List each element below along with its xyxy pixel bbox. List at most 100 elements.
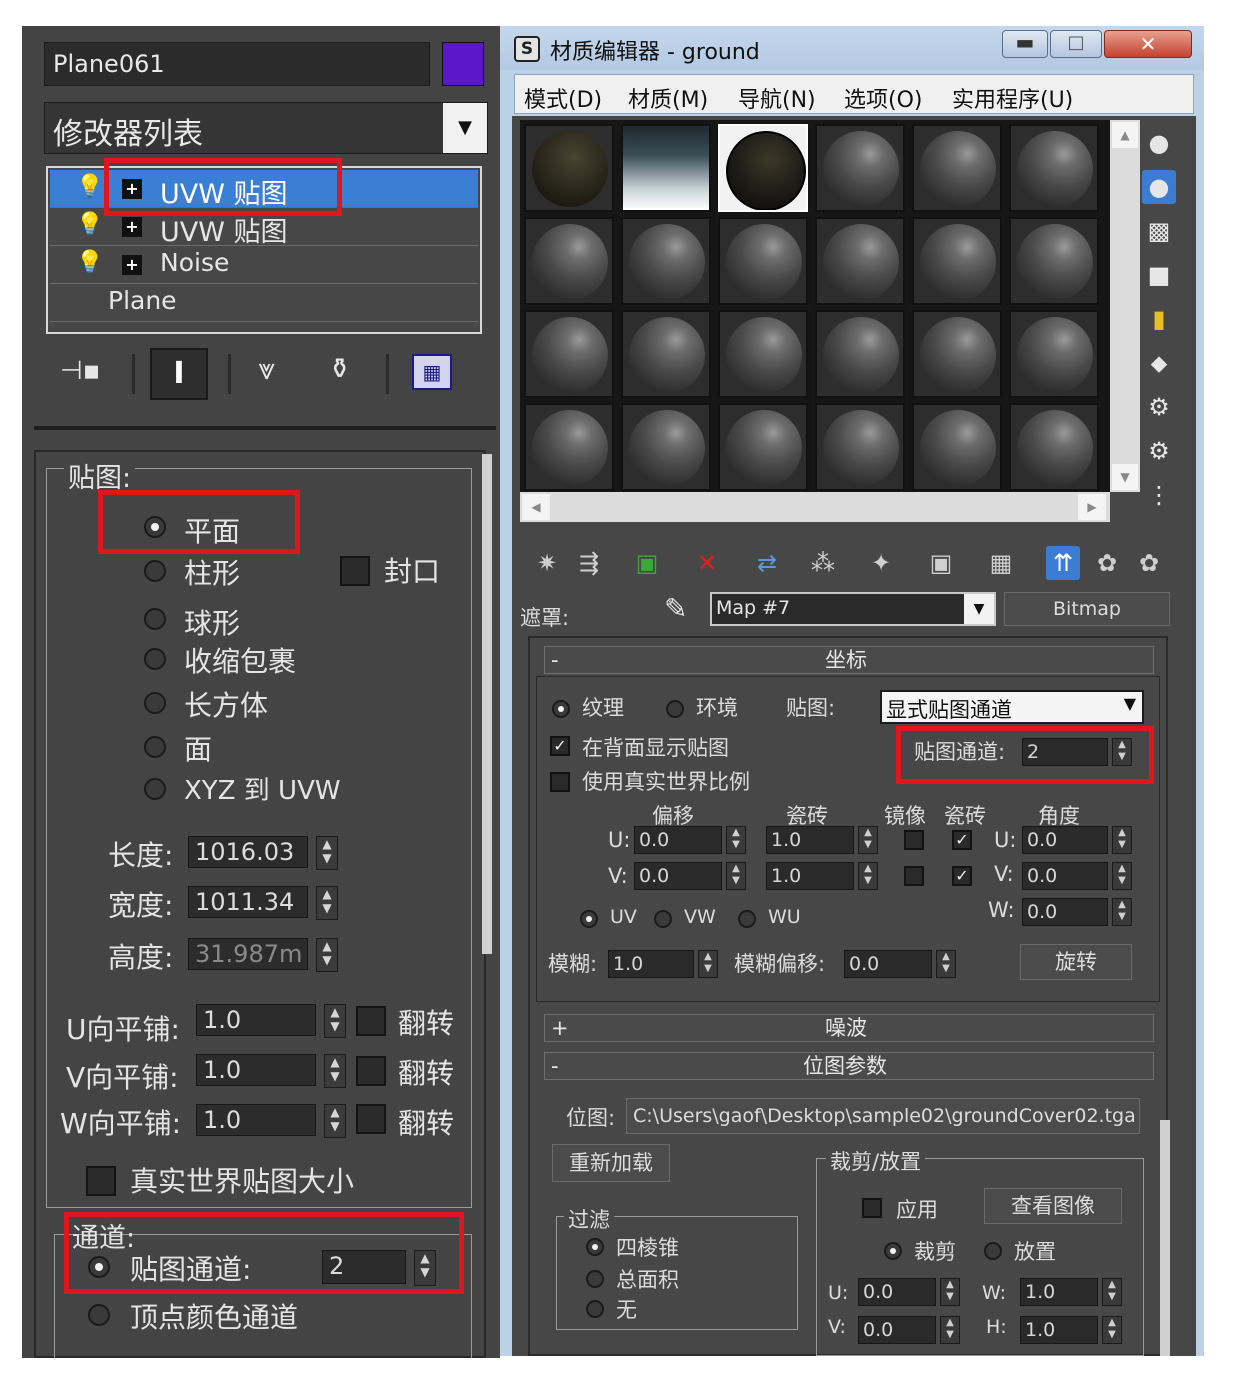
crop-h-field[interactable]: 1.0 <box>1020 1316 1098 1344</box>
material-sample-slot[interactable] <box>718 217 808 305</box>
real-world-map-size-checkbox[interactable] <box>86 1166 116 1196</box>
material-sample-slot[interactable] <box>815 403 905 491</box>
v-angle-field[interactable]: 0.0 <box>1022 862 1108 890</box>
dropdown-arrow-icon[interactable]: ▼ <box>1124 694 1136 713</box>
u-offset-field[interactable]: 0.0 <box>634 826 722 854</box>
go-to-parent-icon[interactable]: ✿ <box>1090 546 1124 580</box>
v-tiling-field[interactable]: 1.0 <box>766 862 854 890</box>
material-sample-slot[interactable] <box>912 124 1002 212</box>
blur-field[interactable]: 1.0 <box>608 950 694 978</box>
object-name-field[interactable]: Plane061 <box>44 42 430 86</box>
radio-wu[interactable] <box>738 910 756 928</box>
material-sample-slot[interactable] <box>621 310 711 398</box>
backlight-icon[interactable]: ● <box>1142 170 1176 204</box>
radio-summed-area[interactable] <box>586 1270 604 1288</box>
w-angle-field[interactable]: 0.0 <box>1022 898 1108 926</box>
u-mirror-checkbox[interactable] <box>904 830 924 850</box>
dropdown-arrow-icon[interactable]: ▼ <box>964 594 994 624</box>
minimize-button[interactable]: ▬ <box>1002 30 1048 58</box>
real-world-scale-checkbox[interactable] <box>550 772 570 792</box>
map-name-dropdown[interactable]: Map #7 ▼ <box>710 592 996 626</box>
material-sample-slot[interactable] <box>1009 217 1099 305</box>
scroll-left-arrow-icon[interactable]: ◀ <box>522 494 550 520</box>
material-sample-slot[interactable] <box>815 310 905 398</box>
v-flip-checkbox[interactable] <box>356 1056 386 1086</box>
radio-none[interactable] <box>586 1300 604 1318</box>
radio-xyz-to-uvw[interactable] <box>144 778 166 800</box>
scroll-down-arrow-icon[interactable]: ▼ <box>1112 464 1138 490</box>
material-sample-slot[interactable] <box>718 124 808 212</box>
material-sample-slot[interactable] <box>815 217 905 305</box>
blur-offset-field[interactable]: 0.0 <box>844 950 932 978</box>
menu-utilities[interactable]: 实用程序(U) <box>952 82 1073 114</box>
u-tile-checkbox[interactable]: ✓ <box>952 830 972 850</box>
assign-to-selection-icon[interactable]: ▣ <box>630 546 664 580</box>
scroll-up-arrow-icon[interactable]: ▲ <box>1112 122 1138 148</box>
radio-planar[interactable] <box>144 516 166 538</box>
crop-u-spinner[interactable]: ▲ ▼ <box>940 1278 960 1306</box>
crop-v-spinner[interactable]: ▲ ▼ <box>940 1316 960 1344</box>
material-sample-slot[interactable] <box>1009 403 1099 491</box>
rollout-scrollbar[interactable] <box>482 454 492 954</box>
u-tiling-field[interactable]: 1.0 <box>766 826 854 854</box>
radio-place[interactable] <box>984 1242 1002 1260</box>
sample-uv-tiling-icon[interactable]: ■ <box>1142 258 1176 292</box>
pin-stack-icon[interactable]: ⊣▪ <box>60 356 100 386</box>
map-type-button[interactable]: Bitmap <box>1004 592 1170 626</box>
u-tiling-spinner[interactable]: ▲ ▼ <box>858 826 878 854</box>
dropdown-arrow-icon[interactable]: ▼ <box>443 103 487 153</box>
lightbulb-icon[interactable]: 💡 <box>76 250 103 276</box>
coord-map-channel-field[interactable]: 2 <box>1022 738 1108 766</box>
material-id-channel-icon[interactable]: ▣ <box>924 546 958 580</box>
object-color-swatch[interactable] <box>442 42 484 86</box>
lightbulb-icon[interactable]: 💡 <box>76 174 103 200</box>
material-sample-slot[interactable] <box>524 124 614 212</box>
v-tile-field[interactable]: 1.0 <box>196 1054 316 1086</box>
width-spinner[interactable]: ▲ ▼ <box>316 886 338 920</box>
stack-item-plane[interactable]: Plane <box>50 284 478 322</box>
length-spinner[interactable]: ▲ ▼ <box>316 836 338 870</box>
u-offset-spinner[interactable]: ▲ ▼ <box>726 826 746 854</box>
material-sample-slot[interactable] <box>1009 310 1099 398</box>
modifier-list-dropdown[interactable]: 修改器列表 ▼ <box>44 102 488 154</box>
menu-options[interactable]: 选项(O) <box>844 82 922 114</box>
eyedropper-icon[interactable]: ✎ <box>664 592 687 625</box>
bitmap-path-button[interactable]: C:\Users\gaof\Desktop\sample02\groundCov… <box>626 1098 1140 1134</box>
material-sample-slot[interactable] <box>524 403 614 491</box>
material-sample-slot[interactable] <box>912 310 1002 398</box>
material-sample-slot[interactable] <box>524 217 614 305</box>
w-angle-spinner[interactable]: ▲ ▼ <box>1112 898 1132 926</box>
material-sample-slot[interactable] <box>1009 124 1099 212</box>
blur-spinner[interactable]: ▲ ▼ <box>698 950 718 978</box>
v-angle-spinner[interactable]: ▲ ▼ <box>1112 862 1132 890</box>
radio-vw[interactable] <box>654 910 672 928</box>
menu-navigation[interactable]: 导航(N) <box>738 82 816 114</box>
material-sample-slot[interactable] <box>718 403 808 491</box>
crop-v-field[interactable]: 0.0 <box>858 1316 936 1344</box>
stack-item-noise[interactable]: 💡 + Noise <box>50 246 478 284</box>
coordinates-rollout-header[interactable]: - 坐标 <box>544 646 1154 674</box>
show-shaded-map-icon[interactable]: ▦ <box>984 546 1018 580</box>
w-tile-spinner[interactable]: ▲ ▼ <box>324 1104 346 1138</box>
view-image-button[interactable]: 查看图像 <box>984 1188 1122 1224</box>
go-forward-to-sibling-icon[interactable]: ✿ <box>1132 546 1166 580</box>
apply-checkbox[interactable] <box>862 1198 882 1218</box>
noise-rollout-header[interactable]: + 噪波 <box>544 1014 1154 1042</box>
mapping-dropdown[interactable]: 显式贴图通道 ▼ <box>880 690 1144 724</box>
height-field[interactable]: 31.987m <box>188 938 308 970</box>
u-angle-field[interactable]: 0.0 <box>1022 826 1108 854</box>
map-channel-spinner[interactable]: ▲ ▼ <box>414 1250 436 1286</box>
reload-button[interactable]: 重新加载 <box>552 1144 670 1182</box>
make-unique-icon[interactable]: ⁂ <box>806 546 840 580</box>
radio-face[interactable] <box>144 736 166 758</box>
expand-plus-icon[interactable]: + <box>122 217 142 237</box>
material-sample-slot[interactable] <box>621 403 711 491</box>
radio-uv[interactable] <box>580 910 598 928</box>
collapse-minus-icon[interactable]: - <box>551 647 559 673</box>
radio-box[interactable] <box>144 692 166 714</box>
v-tiling-spinner[interactable]: ▲ ▼ <box>858 862 878 890</box>
w-tile-field[interactable]: 1.0 <box>196 1104 316 1136</box>
v-mirror-checkbox[interactable] <box>904 866 924 886</box>
length-field[interactable]: 1016.03 <box>188 836 308 868</box>
material-sample-slot[interactable] <box>621 217 711 305</box>
